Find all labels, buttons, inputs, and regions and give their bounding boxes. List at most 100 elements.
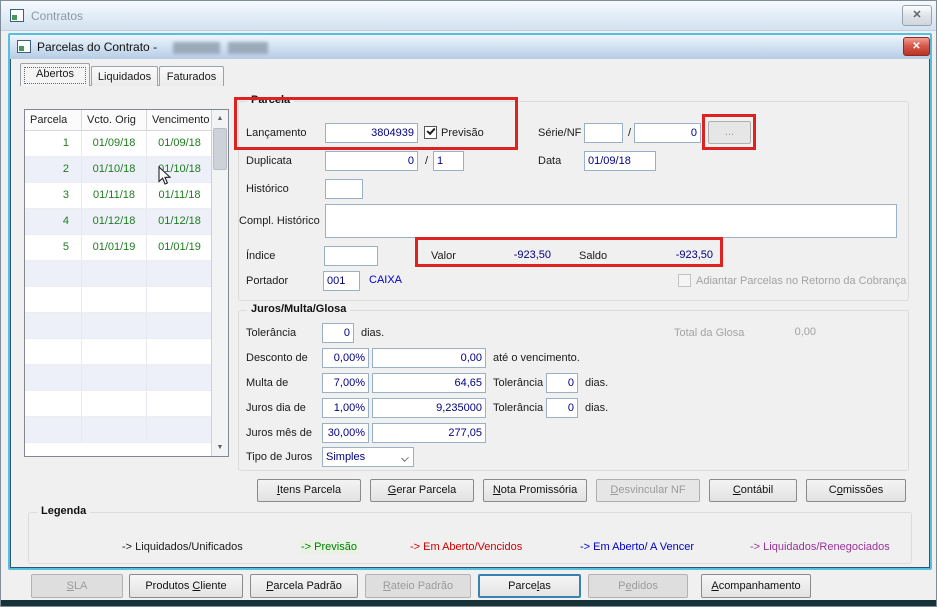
table-row-empty[interactable] (25, 313, 228, 339)
juros-dia-value-field[interactable]: 9,235000 (372, 398, 486, 418)
juros-dia-tolerancia-suffix: dias. (585, 402, 609, 414)
cell-parcela[interactable]: 4 (25, 209, 82, 234)
serie-nf-label: Série/NF (538, 127, 582, 139)
tab-faturados[interactable]: Faturados (159, 66, 224, 86)
cell-vcto-orig[interactable]: 01/12/18 (82, 209, 147, 234)
cell-vencimento[interactable]: 01/12/18 (147, 209, 213, 234)
tab-liquidados[interactable]: Liquidados (91, 66, 158, 86)
cell-vencimento[interactable]: 01/09/18 (147, 131, 213, 156)
cell-vcto-orig[interactable]: 01/01/19 (82, 235, 147, 260)
table-scrollbar[interactable]: ▲ ▼ (211, 110, 228, 456)
mouse-cursor (158, 166, 172, 185)
inner-close-button[interactable]: ✕ (903, 37, 930, 56)
tab-abertos[interactable]: Abertos (20, 63, 90, 86)
contabil-button[interactable]: Contábil (709, 479, 797, 502)
historico-field[interactable] (325, 179, 363, 199)
tolerancia-label: Tolerância (246, 327, 297, 339)
rateio-padrao-button[interactable]: Rateio Padrão (365, 574, 471, 598)
compl-historico-field[interactable] (325, 204, 897, 238)
annotation-rect-valor-saldo (415, 237, 723, 267)
table-row-empty[interactable] (25, 339, 228, 365)
scrollbar-thumb[interactable] (213, 128, 227, 170)
desconto-label: Desconto de (246, 352, 308, 364)
nota-promissoria-button[interactable]: Nota Promissória (483, 479, 587, 502)
outer-window-titlebar (1, 1, 936, 31)
total-glosa-label: Total da Glosa (674, 327, 745, 339)
parcelas-table[interactable]: Parcela Vcto. Orig Vencimento 1 01/09/18… (24, 109, 229, 457)
historico-label: Histórico (246, 183, 289, 195)
itens-parcela-button[interactable]: Itens Parcela (257, 479, 361, 502)
app-window-icon (10, 9, 24, 22)
cell-vcto-orig[interactable]: 01/09/18 (82, 131, 147, 156)
cell-parcela[interactable]: 5 (25, 235, 82, 260)
indice-field[interactable] (324, 246, 378, 266)
juros-mes-value-field[interactable]: 277,05 (372, 423, 486, 443)
juros-mes-pct-field[interactable]: 30,00% (322, 423, 369, 443)
scroll-down-icon[interactable]: ▼ (212, 439, 228, 456)
desvincular-nf-button[interactable]: Desvincular NF (596, 479, 700, 502)
annotation-rect-browse-button (702, 114, 756, 150)
table-row-empty[interactable] (25, 261, 228, 287)
juros-dia-label: Juros dia de (246, 402, 306, 414)
data-field[interactable]: 01/09/18 (584, 151, 656, 171)
juros-dia-tolerancia-field[interactable]: 0 (546, 398, 578, 418)
pedidos-button[interactable]: Pedidos (588, 574, 688, 598)
portador-field[interactable]: 001 (323, 271, 360, 291)
table-row[interactable]: 3 01/11/18 01/11/18 (25, 183, 228, 209)
multa-pct-field[interactable]: 7,00% (322, 373, 369, 393)
desconto-value-field[interactable]: 0,00 (372, 348, 486, 368)
table-row-empty[interactable] (25, 391, 228, 417)
cell-vencimento[interactable]: 01/01/19 (147, 235, 213, 260)
table-row-empty[interactable] (25, 365, 228, 391)
produtos-cliente-button[interactable]: Produtos Cliente (129, 574, 243, 598)
duplicata-field[interactable]: 0 (325, 151, 418, 171)
tab-focus-rect (24, 67, 86, 84)
redacted-contract-id (173, 42, 220, 54)
table-row[interactable]: 5 01/01/19 01/01/19 (25, 235, 228, 261)
table-row[interactable]: 1 01/09/18 01/09/18 (25, 131, 228, 157)
tipo-juros-select[interactable]: Simples (322, 447, 414, 467)
duplicata-seq-field[interactable]: 1 (433, 151, 464, 171)
desconto-pct-field[interactable]: 0,00% (322, 348, 369, 368)
adiantar-checkbox[interactable] (678, 274, 691, 287)
cell-vcto-orig[interactable]: 01/10/18 (82, 157, 147, 182)
portador-label: Portador (246, 275, 289, 287)
col-header-parcela[interactable]: Parcela (25, 110, 82, 130)
juros-dia-pct-field[interactable]: 1,00% (322, 398, 369, 418)
cell-parcela[interactable]: 2 (25, 157, 82, 182)
multa-value-field[interactable]: 64,65 (372, 373, 486, 393)
comissoes-button[interactable]: Comissões (806, 479, 906, 502)
scroll-up-icon[interactable]: ▲ (212, 110, 228, 127)
tolerancia-field[interactable]: 0 (322, 323, 354, 343)
sla-button[interactable]: SLA (31, 574, 123, 598)
table-row[interactable]: 4 01/12/18 01/12/18 (25, 209, 228, 235)
table-row[interactable]: 2 01/10/18 01/10/18 (25, 157, 228, 183)
cell-parcela[interactable]: 1 (25, 131, 82, 156)
parcela-padrao-button[interactable]: Parcela Padrão (250, 574, 358, 598)
parcelas-button[interactable]: Parcelas (478, 574, 581, 598)
legend-em-aberto-vencidos: -> Em Aberto/Vencidos (410, 541, 523, 553)
table-row-empty[interactable] (25, 287, 228, 313)
outer-window-title: Contratos (31, 9, 84, 23)
parcelas-table-header[interactable]: Parcela Vcto. Orig Vencimento (25, 110, 228, 131)
cell-parcela[interactable]: 3 (25, 183, 82, 208)
cell-vencimento[interactable]: 01/11/18 (147, 183, 213, 208)
col-header-vencimento[interactable]: Vencimento (147, 110, 213, 130)
tolerancia-suffix: dias. (361, 327, 385, 339)
table-row-empty[interactable] (25, 417, 228, 443)
multa-tolerancia-field[interactable]: 0 (546, 373, 578, 393)
legend-previsao: -> Previsão (299, 540, 359, 554)
legend-liquidados-renegociados: -> Liquidados/Renegociados (750, 541, 890, 553)
col-header-vcto-orig[interactable]: Vcto. Orig (82, 110, 147, 130)
outer-close-button[interactable]: ✕ (902, 5, 932, 26)
nf-field[interactable]: 0 (634, 123, 701, 143)
serie-field[interactable] (584, 123, 623, 143)
window-bottom-edge (1, 600, 936, 606)
legenda-title: Legenda (37, 505, 91, 517)
annotation-rect-lancamento (234, 97, 518, 150)
cell-vcto-orig[interactable]: 01/11/18 (82, 183, 147, 208)
tipo-juros-value: Simples (326, 451, 366, 463)
gerar-parcela-button[interactable]: Gerar Parcela (370, 479, 474, 502)
acompanhamento-button[interactable]: Acompanhamento (701, 574, 811, 598)
multa-tolerancia-suffix: dias. (585, 377, 609, 389)
